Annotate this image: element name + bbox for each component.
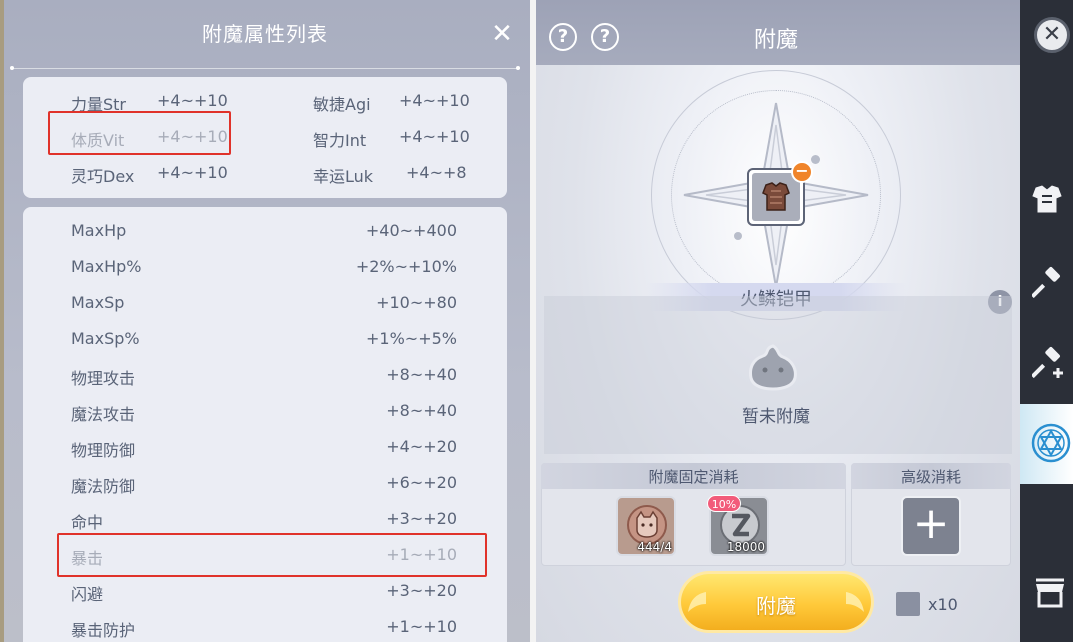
batch-enchant-checkbox[interactable]	[896, 592, 920, 616]
material-count: 444/4	[637, 540, 672, 554]
list-item: 魔法攻击 +8~+40	[23, 394, 507, 430]
help-button[interactable]: ?	[549, 23, 577, 51]
stat-name: MaxHp%	[71, 257, 142, 276]
help-button[interactable]: ?	[591, 23, 619, 51]
enchant-button-label: 附魔	[756, 594, 796, 618]
list-item: 闪避 +3~+20	[23, 574, 507, 610]
sidebar-item-refine[interactable]	[1020, 322, 1073, 402]
stat-range: +1~+10	[386, 617, 457, 636]
enchant-panel: ? ? 附魔 − 火鳞铠甲 i 暂未附魔 附魔固定消耗 444/4 18000 …	[536, 0, 1020, 642]
add-material-button[interactable]: +	[901, 496, 961, 556]
stat-range: +3~+20	[386, 581, 457, 600]
highlight-box	[57, 533, 487, 577]
enchant-attribute-list-panel: 附魔属性列表 ✕ 力量Str +4~+10 敏捷Agi +4~+10 体质Vit…	[0, 0, 530, 642]
stat-name: MaxHp	[71, 221, 127, 240]
hammer-icon	[1032, 267, 1060, 298]
remove-item-button[interactable]: −	[791, 161, 813, 183]
divider-dot	[10, 66, 14, 70]
stat-name: 魔法防御	[71, 477, 136, 496]
armor-icon	[1032, 185, 1062, 213]
stat-range-dex: +4~+10	[157, 163, 228, 182]
divider-dot	[516, 66, 520, 70]
stat-name: 闪避	[71, 585, 104, 604]
stat-range: +2%~+10%	[355, 257, 457, 276]
stat-range: +1%~+5%	[366, 329, 457, 348]
magic-circle-icon	[1031, 423, 1071, 463]
panel-title: 附魔	[753, 28, 798, 53]
list-item: MaxHp +40~+400	[23, 214, 507, 250]
sidebar-item-enchant[interactable]	[1020, 404, 1073, 484]
highlight-box	[48, 111, 231, 155]
list-item: MaxSp +10~+80	[23, 286, 507, 322]
list-item: 物理防御 +4~+20	[23, 430, 507, 466]
enchant-status-text: 暂未附魔	[742, 407, 810, 427]
stat-name: MaxSp	[71, 293, 125, 312]
sidebar-item-forge[interactable]	[1020, 242, 1073, 322]
material-count: 18000	[726, 540, 765, 554]
stat-range: +6~+20	[386, 473, 457, 492]
discount-badge: 10%	[707, 495, 741, 512]
advanced-cost-title: 高级消耗	[900, 468, 961, 486]
stat-name-luk: 幸运Luk	[313, 167, 374, 186]
stat-name: 命中	[71, 513, 104, 532]
list-item: MaxSp% +1%~+5%	[23, 322, 507, 358]
stat-range: +8~+40	[386, 401, 457, 420]
stat-name-dex: 灵巧Dex	[71, 167, 135, 186]
stat-range: +3~+20	[386, 509, 457, 528]
list-item: 物理攻击 +8~+40	[23, 358, 507, 394]
list-item: 魔法防御 +6~+20	[23, 466, 507, 502]
stat-name-agi: 敏捷Agi	[313, 95, 371, 114]
panel-title: 附魔属性列表	[202, 22, 328, 46]
stat-name: 物理防御	[71, 441, 136, 460]
orbit-dot	[811, 155, 820, 164]
material-slot-cat-coin[interactable]: 444/4	[616, 496, 676, 556]
stat-range-str: +4~+10	[157, 91, 228, 110]
background-edge	[0, 0, 4, 642]
stat-range: +40~+400	[365, 221, 457, 240]
armor-item-icon	[752, 173, 800, 221]
stat-range-luk: +4~+8	[406, 163, 467, 182]
sidebar-close-button[interactable]: ✕	[1034, 17, 1070, 53]
fixed-cost-title: 附魔固定消耗	[648, 468, 739, 486]
stat-range: +8~+40	[386, 365, 457, 384]
shop-icon	[1036, 578, 1064, 608]
slime-icon	[749, 344, 797, 391]
close-button[interactable]: ✕	[488, 20, 516, 48]
batch-multiplier: x10	[928, 595, 958, 614]
title-divider	[12, 68, 520, 69]
list-item: MaxHp% +2%~+10%	[23, 250, 507, 286]
list-item: 暴击防护 +1~+10	[23, 610, 507, 642]
sidebar-item-armor[interactable]	[1020, 160, 1073, 240]
orbit-dot	[734, 232, 742, 240]
sidebar-item-shop[interactable]	[1020, 562, 1073, 642]
stat-name: 暴击防护	[71, 621, 136, 640]
stat-range-int: +4~+10	[399, 127, 470, 146]
stat-range: +10~+80	[376, 293, 457, 312]
stat-name: 魔法攻击	[71, 405, 136, 424]
stat-range-agi: +4~+10	[399, 91, 470, 110]
hammer-plus-icon	[1032, 347, 1063, 379]
stat-name-int: 智力Int	[313, 131, 367, 150]
stat-range: +4~+20	[386, 437, 457, 456]
stat-name: 物理攻击	[71, 369, 136, 388]
stat-name: MaxSp%	[71, 329, 140, 348]
